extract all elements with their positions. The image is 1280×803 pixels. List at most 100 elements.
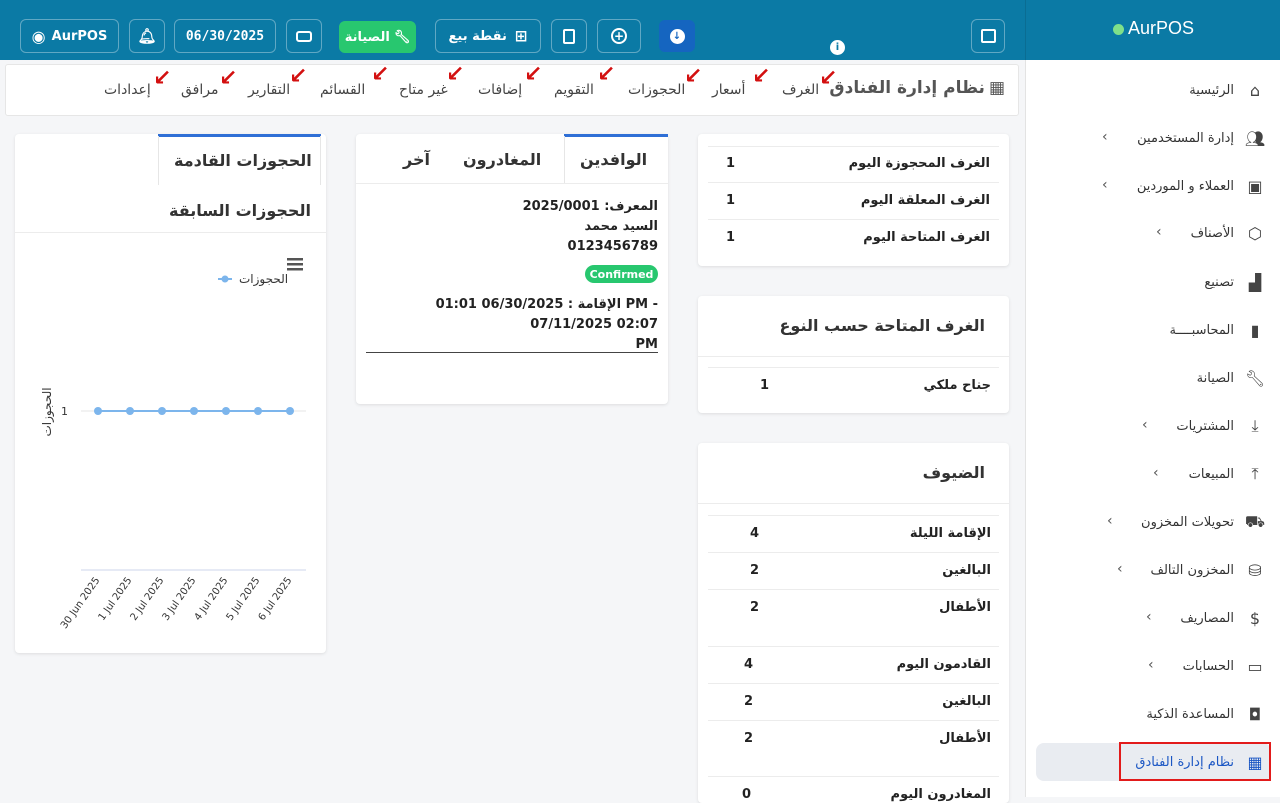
nav-calendar[interactable]: التقويم <box>554 82 594 98</box>
tab-departures[interactable]: المغادرون <box>463 150 541 169</box>
stat-value: 1 <box>760 378 770 393</box>
bell-icon: 🔔︎ <box>137 27 157 45</box>
y-axis-title: الحجوزات <box>40 387 55 436</box>
sidebar-item-accounting[interactable]: ▮ المحاسبــــة <box>1170 310 1266 350</box>
date-text: 06/30/2025 <box>185 28 265 44</box>
brand-header: AurPOS <box>1025 0 1280 60</box>
nav-unavailable[interactable]: غير متاح <box>399 82 448 98</box>
calculator-button[interactable] <box>551 19 587 53</box>
sidebar-item-users[interactable]: 👥︎ إدارة المستخدمين <box>1137 118 1266 158</box>
sidebar-item-expenses[interactable]: $ المصاريف <box>1180 598 1266 638</box>
sidebar-item-home[interactable]: ⌂ الرئيسية <box>1189 70 1266 110</box>
notifications-button[interactable]: 🔔︎ <box>129 19 165 53</box>
x-tick-label: 30 Jun 2025 <box>59 575 103 631</box>
upload-icon: ⤒ <box>1251 464 1259 483</box>
chart-legend[interactable]: الحجوزات <box>218 272 288 287</box>
card-title: الغرف المتاحة حسب النوع <box>779 316 985 335</box>
chevron-left-icon: ‹ <box>1148 657 1154 673</box>
date-display[interactable]: 06/30/2025 <box>174 19 276 53</box>
maintenance-label: الصيانة <box>344 29 390 45</box>
card-title: الضيوف <box>922 463 985 482</box>
nav-reports[interactable]: التقارير <box>248 82 290 98</box>
data-point[interactable] <box>126 407 134 415</box>
stay-dates: الإقامة : 06/30/2025 01:01 PM - 07/11/20… <box>358 295 658 355</box>
sidebar-item-customers-suppliers[interactable]: ▣ العملاء و الموردين <box>1137 166 1266 206</box>
stat-row: الإقامة الليلة 4 <box>750 526 991 541</box>
sidebar-item-label: الأصناف <box>1190 225 1234 241</box>
download-circle-icon: ↓ <box>669 28 685 44</box>
cash-register-button[interactable] <box>286 19 322 53</box>
stat-value: 2 <box>750 600 760 615</box>
data-point[interactable] <box>222 407 230 415</box>
sidebar-toggle-button[interactable] <box>971 19 1005 53</box>
status-badge: Confirmed <box>585 265 658 283</box>
sidebar-item-stock-transfers[interactable]: ⛟ تحويلات المخزون <box>1141 502 1266 542</box>
dollar-icon: $ <box>1249 608 1261 628</box>
stat-row: البالغين 2 <box>750 563 991 578</box>
red-arrow-icon: ↙ <box>371 62 390 87</box>
wrench-icon: 🔧︎ <box>393 29 411 45</box>
sidebar-item-purchases[interactable]: ⤓ المشتريات <box>1176 406 1266 446</box>
sidebar-item-label: الحسابات <box>1182 658 1234 674</box>
data-point[interactable] <box>94 407 102 415</box>
sidebar-item-hotel-management[interactable]: ▦ نظام إدارة الفنادق <box>1135 742 1266 782</box>
y-tick-label: 1 <box>61 405 68 418</box>
data-point[interactable] <box>190 407 198 415</box>
plus-circle-icon: + <box>611 28 627 44</box>
sidebar-item-damaged-stock[interactable]: ⛁ المخزون التالف <box>1151 550 1266 590</box>
sidebar-item-label: المحاسبــــة <box>1169 322 1234 338</box>
tab-arrivals[interactable]: الوافدين <box>580 150 647 169</box>
booking-details: المعرف: 2025/0001 السيد محمد 0123456789 <box>523 197 658 257</box>
sidebar-item-label: المخزون التالف <box>1150 562 1234 578</box>
sidebar-item-label: الرئيسية <box>1189 82 1234 98</box>
add-button[interactable]: + <box>597 19 641 53</box>
sidebar-item-label: المبيعات <box>1188 466 1234 482</box>
stat-value: 2 <box>744 694 754 709</box>
sidebar-item-label: المساعدة الذكية <box>1146 706 1234 722</box>
download-button[interactable]: ↓ <box>659 20 695 52</box>
data-point[interactable] <box>286 407 294 415</box>
nav-coupons[interactable]: القسائم <box>320 82 365 98</box>
data-point[interactable] <box>254 407 262 415</box>
robot-icon: ◘ <box>1248 704 1262 724</box>
nav-bookings[interactable]: الحجوزات <box>628 82 685 98</box>
chevron-left-icon: ‹ <box>1102 177 1108 193</box>
calculator-icon <box>563 28 575 44</box>
panel-toggle-icon <box>980 29 996 43</box>
chevron-left-icon: ‹ <box>1156 224 1162 240</box>
truck-icon: ⛟ <box>1244 511 1266 531</box>
red-arrow-icon: ↙ <box>819 66 838 91</box>
sidebar-item-maintenance[interactable]: 🔧︎ الصيانة <box>1197 358 1266 398</box>
stat-label: الأطفال <box>939 600 991 615</box>
red-arrow-icon: ↙ <box>524 62 543 87</box>
sidebar-item-manufacturing[interactable]: ▟ تصنيع <box>1204 262 1266 302</box>
nav-extras[interactable]: إضافات <box>478 82 522 98</box>
available-by-type-card <box>698 296 1009 413</box>
home-icon: ⌂ <box>1249 80 1261 100</box>
tab-other[interactable]: آخر <box>403 150 430 169</box>
stat-value: 4 <box>750 526 760 541</box>
nav-rooms[interactable]: الغرف <box>782 82 819 98</box>
data-point[interactable] <box>158 407 166 415</box>
red-arrow-icon: ↙ <box>684 64 703 89</box>
chevron-left-icon: ‹ <box>1107 513 1113 529</box>
chart-menu-icon[interactable] <box>287 258 303 271</box>
sidebar-item-sales[interactable]: ⤒ المبيعات <box>1189 454 1266 494</box>
tab-past-bookings[interactable]: الحجوزات السابقة <box>169 201 311 220</box>
tab-upcoming-bookings[interactable]: الحجوزات القادمة <box>174 151 312 170</box>
nav-settings[interactable]: إعدادات <box>104 82 151 98</box>
info-icon[interactable]: i <box>830 40 845 55</box>
stat-row: جناح ملكي 1 <box>760 378 991 393</box>
pos-button[interactable]: نقطة بيع ⊞ <box>435 19 541 53</box>
sidebar-item-items[interactable]: ⬡ الأصناف <box>1191 213 1266 253</box>
nav-facilities[interactable]: مرافق <box>181 82 218 98</box>
nav-prices[interactable]: أسعار <box>712 82 745 98</box>
sidebar-item-accounts[interactable]: ▭ الحسابات <box>1183 646 1266 686</box>
maintenance-button[interactable]: الصيانة 🔧︎ <box>339 21 416 53</box>
user-menu-button[interactable]: ◉ AurPOS <box>20 19 119 53</box>
user-circle-icon: ◉ <box>31 26 46 46</box>
red-arrow-icon: ↙ <box>446 62 465 87</box>
hotel-icon: ▦ <box>1247 752 1263 772</box>
sidebar-item-ai-assistant[interactable]: ◘ المساعدة الذكية <box>1146 694 1266 734</box>
stat-label: البالغين <box>942 563 991 578</box>
